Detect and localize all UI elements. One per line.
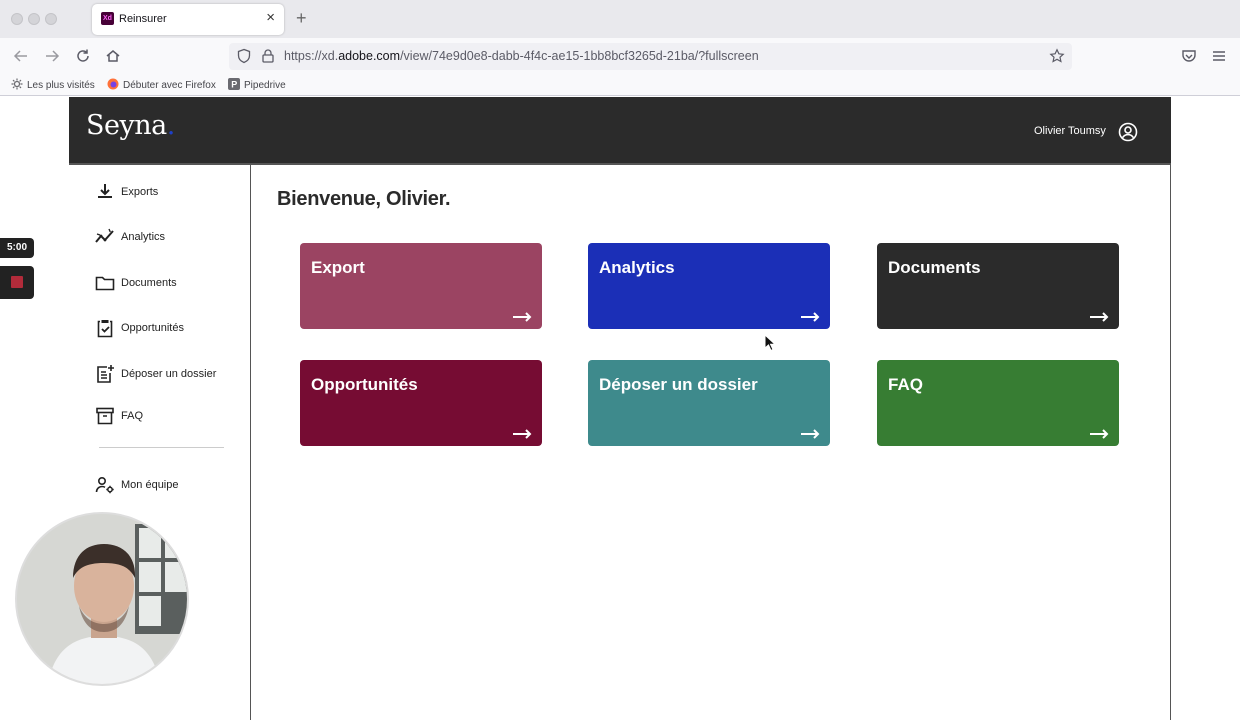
home-icon[interactable] <box>104 47 122 65</box>
url-prefix: https://xd. <box>284 49 339 63</box>
sidebar-item-label: Exports <box>121 186 159 198</box>
stop-recording-button[interactable] <box>0 266 34 299</box>
sidebar-item-label: Déposer un dossier <box>121 368 217 380</box>
card-documents[interactable]: Documents <box>877 243 1119 329</box>
analytics-icon <box>95 228 114 243</box>
bookmark-star-icon[interactable] <box>1049 48 1065 64</box>
card-analytics[interactable]: Analytics <box>588 243 830 329</box>
url-text[interactable]: https://xd.adobe.com/view/74e9d0e8-dabb-… <box>284 49 759 63</box>
card-title: FAQ <box>888 375 923 394</box>
arrow-right-icon <box>513 312 532 322</box>
back-arrow-icon[interactable] <box>12 47 30 65</box>
window-minimize-button[interactable] <box>28 13 40 25</box>
pipedrive-icon: P <box>228 78 240 90</box>
gear-icon <box>11 78 23 90</box>
card-opportunites[interactable]: Opportunités <box>300 360 542 446</box>
clipboard-check-icon <box>97 320 113 338</box>
card-deposer-dossier[interactable]: Déposer un dossier <box>588 360 830 446</box>
card-title: Documents <box>888 258 981 277</box>
forward-arrow-icon[interactable] <box>43 47 61 65</box>
arrow-right-icon <box>1090 312 1109 322</box>
app-frame: Seyna. Olivier Toumsy Exports Analytics … <box>69 97 1171 720</box>
user-account-icon[interactable] <box>1118 122 1138 142</box>
adobe-xd-favicon-icon: Xd <box>101 12 114 25</box>
webcam-overlay[interactable] <box>15 512 189 686</box>
tab-title: Reinsurer <box>119 13 167 25</box>
logo-text: Seyna <box>86 110 167 141</box>
card-title: Export <box>311 258 365 277</box>
card-export[interactable]: Export <box>300 243 542 329</box>
new-tab-button[interactable]: + <box>296 9 307 27</box>
sidebar-item-label: Opportunités <box>121 322 184 334</box>
user-name[interactable]: Olivier Toumsy <box>1034 125 1106 137</box>
svg-text:P: P <box>231 80 237 90</box>
arrow-right-icon <box>801 312 820 322</box>
arrow-right-icon <box>1090 429 1109 439</box>
sidebar-item-label: FAQ <box>121 410 144 422</box>
folder-icon <box>95 276 115 291</box>
file-add-icon <box>97 365 114 383</box>
card-title: Opportunités <box>311 375 418 394</box>
reload-icon[interactable] <box>74 47 92 65</box>
stop-icon <box>11 276 23 288</box>
shield-icon[interactable] <box>236 48 252 64</box>
pocket-icon[interactable] <box>1180 47 1198 65</box>
window-zoom-button[interactable] <box>45 13 57 25</box>
url-path: /view/74e9d0e8-dabb-4f4c-ae15-1bb8bcf326… <box>400 49 759 63</box>
browser-tab-bar: Xd Reinsurer × + <box>0 0 1240 38</box>
bookmark-label: Débuter avec Firefox <box>123 80 216 91</box>
app-header: Seyna. Olivier Toumsy <box>69 97 1171 165</box>
firefox-icon <box>107 78 119 90</box>
browser-tab[interactable]: Xd Reinsurer × <box>92 4 284 35</box>
presenter-video-image <box>17 514 187 684</box>
arrow-right-icon <box>801 429 820 439</box>
url-domain: adobe.com <box>338 49 401 63</box>
hamburger-menu-icon[interactable] <box>1210 47 1228 65</box>
browser-nav-bar: https://xd.adobe.com/view/74e9d0e8-dabb-… <box>0 38 1240 74</box>
archive-icon <box>96 407 114 425</box>
seyna-logo[interactable]: Seyna. <box>86 110 175 141</box>
bookmark-firefox[interactable]: Débuter avec Firefox <box>107 78 216 91</box>
window-close-button[interactable] <box>11 13 23 25</box>
bookmarks-toolbar: Les plus visités Débuter avec Firefox PP… <box>0 74 1240 96</box>
main-content: Bienvenue, Olivier. Export Analytics Doc… <box>252 165 1170 720</box>
team-settings-icon <box>95 476 114 494</box>
sidebar-item-label: Analytics <box>121 231 166 243</box>
mouse-cursor-icon <box>764 334 776 352</box>
bookmark-label: Pipedrive <box>244 80 286 91</box>
sidebar-item-label: Documents <box>121 277 177 289</box>
card-title: Déposer un dossier <box>599 375 758 394</box>
bookmark-label: Les plus visités <box>27 80 95 91</box>
logo-dot: . <box>166 110 176 141</box>
sidebar-item-label: Mon équipe <box>121 479 179 491</box>
card-title: Analytics <box>599 258 675 277</box>
bookmark-most-visited[interactable]: Les plus visités <box>11 78 95 91</box>
download-icon <box>98 184 112 198</box>
lock-icon[interactable] <box>260 48 276 64</box>
bookmark-pipedrive[interactable]: P Pipedrive <box>228 78 286 91</box>
recording-timer: 5:00 <box>0 238 34 258</box>
card-faq[interactable]: FAQ <box>877 360 1119 446</box>
sidebar-divider <box>99 447 224 448</box>
page-title: Bienvenue, Olivier. <box>277 188 451 210</box>
tab-close-icon[interactable]: × <box>266 10 275 25</box>
url-bar[interactable]: https://xd.adobe.com/view/74e9d0e8-dabb-… <box>229 43 1072 70</box>
arrow-right-icon <box>513 429 532 439</box>
